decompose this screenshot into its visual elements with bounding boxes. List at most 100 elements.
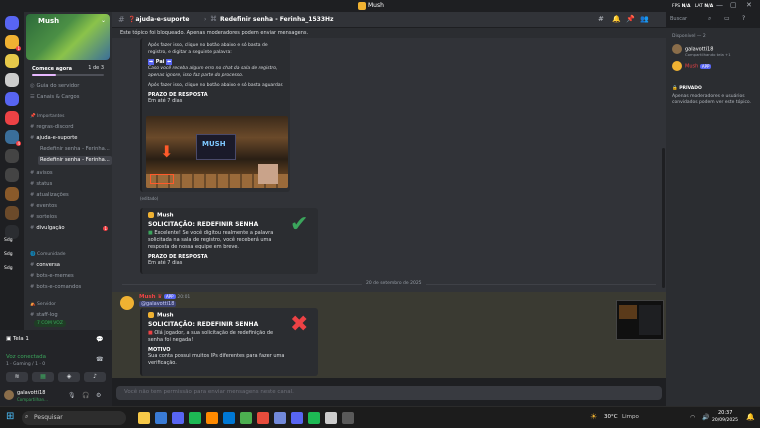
server-icon[interactable] xyxy=(5,54,19,68)
chrome-icon[interactable] xyxy=(240,412,252,424)
sidebar-item-chat[interactable]: # conversa xyxy=(28,261,112,270)
deadline-value: Em até 7 dias xyxy=(148,259,183,266)
chat-scrollbar[interactable] xyxy=(662,148,665,288)
soundboard-icon[interactable]: ♪ xyxy=(84,372,106,382)
wifi-icon[interactable]: ◠ xyxy=(690,414,695,421)
list-icon: ☰ xyxy=(30,94,35,100)
discord-icon[interactable] xyxy=(172,412,184,424)
server-icon[interactable] xyxy=(5,187,19,201)
discord-home-icon[interactable] xyxy=(5,16,19,30)
sidebar-item-channels-roles[interactable]: ☰ Canais & Cargos xyxy=(28,93,112,102)
explorer-icon[interactable] xyxy=(138,412,150,424)
sidebar-item-staff[interactable]: # staff-log xyxy=(28,311,112,320)
sidebar-item-guide[interactable]: ◎ Guia do servidor xyxy=(28,82,112,91)
boost-progress[interactable]: Comece agora 1 de 3 xyxy=(26,62,110,80)
server-icon[interactable] xyxy=(5,111,19,125)
user-mention[interactable]: @galavotti18 xyxy=(139,301,177,307)
activity-icon[interactable]: ◈ xyxy=(58,372,80,382)
threads-icon[interactable]: # xyxy=(598,15,604,23)
disconnect-icon[interactable]: ☎ xyxy=(96,356,103,363)
embed-image[interactable]: MUSH ⬇ xyxy=(146,116,288,188)
category-important[interactable]: 📌 Importantes xyxy=(28,112,112,121)
headphones-icon[interactable]: 🎧 xyxy=(82,392,89,399)
server-banner[interactable]: Mush ⌄ xyxy=(26,14,110,60)
app-icon[interactable] xyxy=(257,412,269,424)
app-icon[interactable] xyxy=(189,412,201,424)
discord-icon[interactable] xyxy=(291,412,303,424)
server-icon[interactable] xyxy=(5,168,19,182)
close-button[interactable]: ✕ xyxy=(746,1,752,9)
notification-bell-icon[interactable]: 🔔 xyxy=(746,413,755,421)
server-icon[interactable]: 1 xyxy=(5,35,21,51)
sidebar-item-raffles[interactable]: # sorteios xyxy=(28,213,112,222)
avatar[interactable] xyxy=(4,390,14,400)
app-icon[interactable] xyxy=(342,412,354,424)
sidebar-item-events[interactable]: # eventos xyxy=(28,202,112,211)
embed-desc: ■ Olá jogador, a sua solicitação de rede… xyxy=(148,330,288,344)
server-icon[interactable] xyxy=(5,149,19,163)
edge-icon[interactable] xyxy=(155,412,167,424)
server-label[interactable]: Sdg xyxy=(4,238,13,243)
store-icon[interactable] xyxy=(223,412,235,424)
voice-pill[interactable]: 7 COM VOZ xyxy=(34,320,66,327)
chat-icon[interactable]: 💬 xyxy=(96,336,103,343)
screen-share-preview[interactable] xyxy=(616,300,664,340)
globe-icon: 🌐 xyxy=(30,252,36,257)
volume-icon[interactable]: 🔊 xyxy=(702,414,709,421)
server-icon[interactable] xyxy=(5,73,19,87)
message-input[interactable]: Você não tem permissão para enviar mensa… xyxy=(116,386,662,400)
windows-start-icon[interactable]: ⊞ xyxy=(6,411,14,422)
embed-author: Mush xyxy=(148,312,312,319)
spotify-icon[interactable] xyxy=(308,412,320,424)
deadline-value: Em até 7 dias xyxy=(148,98,183,104)
server-label[interactable]: Sdg xyxy=(4,266,13,271)
server-label[interactable]: Sdg xyxy=(4,252,13,257)
thread-icon: ⌘ xyxy=(210,15,217,23)
bell-icon[interactable]: 🔔 xyxy=(612,15,621,23)
screen-share-icon[interactable]: ▦ xyxy=(32,372,54,382)
category-server[interactable]: ⛺ Servidor xyxy=(28,300,112,309)
sidebar-item-bots-memes[interactable]: # bots-e-memes xyxy=(28,272,112,281)
app-icon[interactable] xyxy=(206,412,218,424)
sidebar-item-notices[interactable]: # avisos xyxy=(28,169,112,178)
member-item[interactable]: Mush APP xyxy=(672,61,712,71)
mic-icon[interactable]: 🎙 xyxy=(68,392,76,399)
minimize-button[interactable]: — xyxy=(716,1,723,9)
sidebar-item-status[interactable]: # status xyxy=(28,180,112,189)
sidebar-item-promo[interactable]: # divulgação 1 xyxy=(28,224,112,233)
voice-user-panel: ▣ Tela 1 💬 Voz conectada 1 · Gaming / 1 … xyxy=(0,330,112,406)
taskbar-search[interactable]: ⌕ Pesquisar xyxy=(22,411,126,425)
sidebar-item-label: regras-discord xyxy=(36,124,74,130)
avatar[interactable] xyxy=(120,296,134,310)
server-icon[interactable] xyxy=(5,92,19,106)
app-icon[interactable] xyxy=(274,412,286,424)
noise-icon[interactable]: ≋ xyxy=(6,372,28,382)
compass-icon: ◎ xyxy=(30,83,35,89)
app-icon[interactable] xyxy=(325,412,337,424)
message-author[interactable]: Mush xyxy=(139,294,156,300)
maximize-button[interactable]: ▢ xyxy=(730,1,737,9)
category-community[interactable]: 🌐 Comunidade xyxy=(28,250,112,259)
gear-icon[interactable]: ⚙ xyxy=(96,392,101,399)
fps-readout: FPS N/A LAT N/A xyxy=(672,4,714,9)
hash-icon: # xyxy=(30,273,35,279)
embed-text: Após fazer isso, clique no botão abaixo … xyxy=(148,83,284,88)
chevron-down-icon[interactable]: ⌄ xyxy=(101,17,106,24)
thread-parent-link[interactable]: ❓ajuda-e-suporte xyxy=(128,16,189,23)
members-icon[interactable]: 👥 xyxy=(640,15,649,23)
sidebar-item-support[interactable]: # ajuda-e-suporte xyxy=(28,134,112,143)
server-icon[interactable] xyxy=(5,225,19,239)
inbox-icon[interactable]: ▭ xyxy=(724,15,730,22)
help-icon[interactable]: ? xyxy=(742,15,745,22)
sidebar-thread-2-active[interactable]: Redefinir senha - Ferinha... xyxy=(38,156,112,165)
pin-icon[interactable]: 📌 xyxy=(626,15,635,23)
sidebar-thread-1[interactable]: Redefinir senha - Ferinha... xyxy=(38,145,112,154)
boost-count: 1 de 3 xyxy=(88,65,104,71)
sidebar-item-rules[interactable]: # regras-discord xyxy=(28,123,112,132)
clock-time[interactable]: 20:37 xyxy=(718,410,732,416)
server-icon[interactable] xyxy=(5,206,19,220)
clock-date[interactable]: 20/09/2025 xyxy=(712,418,738,423)
sidebar-item-bots-cmds[interactable]: # bots-e-comandos xyxy=(28,283,112,292)
sidebar-item-updates[interactable]: # atualizações xyxy=(28,191,112,200)
server-icon[interactable]: 4 xyxy=(5,130,21,146)
